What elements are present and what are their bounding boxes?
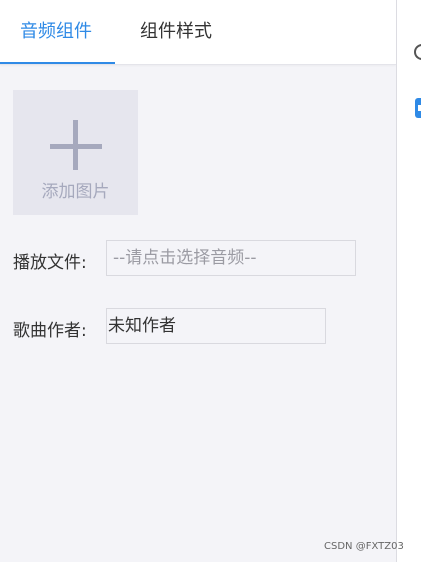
plus-icon-vertical bbox=[73, 120, 78, 170]
audio-file-select[interactable]: --请点击选择音频-- bbox=[106, 240, 356, 276]
tab-audio-component[interactable]: 音频组件 bbox=[20, 0, 92, 64]
active-tab-indicator bbox=[0, 62, 115, 64]
partial-blue-icon[interactable] bbox=[415, 98, 421, 118]
component-panel bbox=[0, 0, 396, 562]
watermark: CSDN @FXTZ03 bbox=[324, 541, 404, 552]
play-file-label: 播放文件: bbox=[13, 253, 87, 273]
song-author-input[interactable]: 未知作者 bbox=[106, 308, 326, 344]
tab-bar: 音频组件 组件样式 bbox=[0, 0, 396, 65]
add-image-label: 添加图片 bbox=[41, 182, 110, 202]
tab-component-style[interactable]: 组件样式 bbox=[140, 0, 212, 64]
song-author-label: 歌曲作者: bbox=[13, 321, 87, 341]
right-side-panel bbox=[396, 0, 421, 562]
